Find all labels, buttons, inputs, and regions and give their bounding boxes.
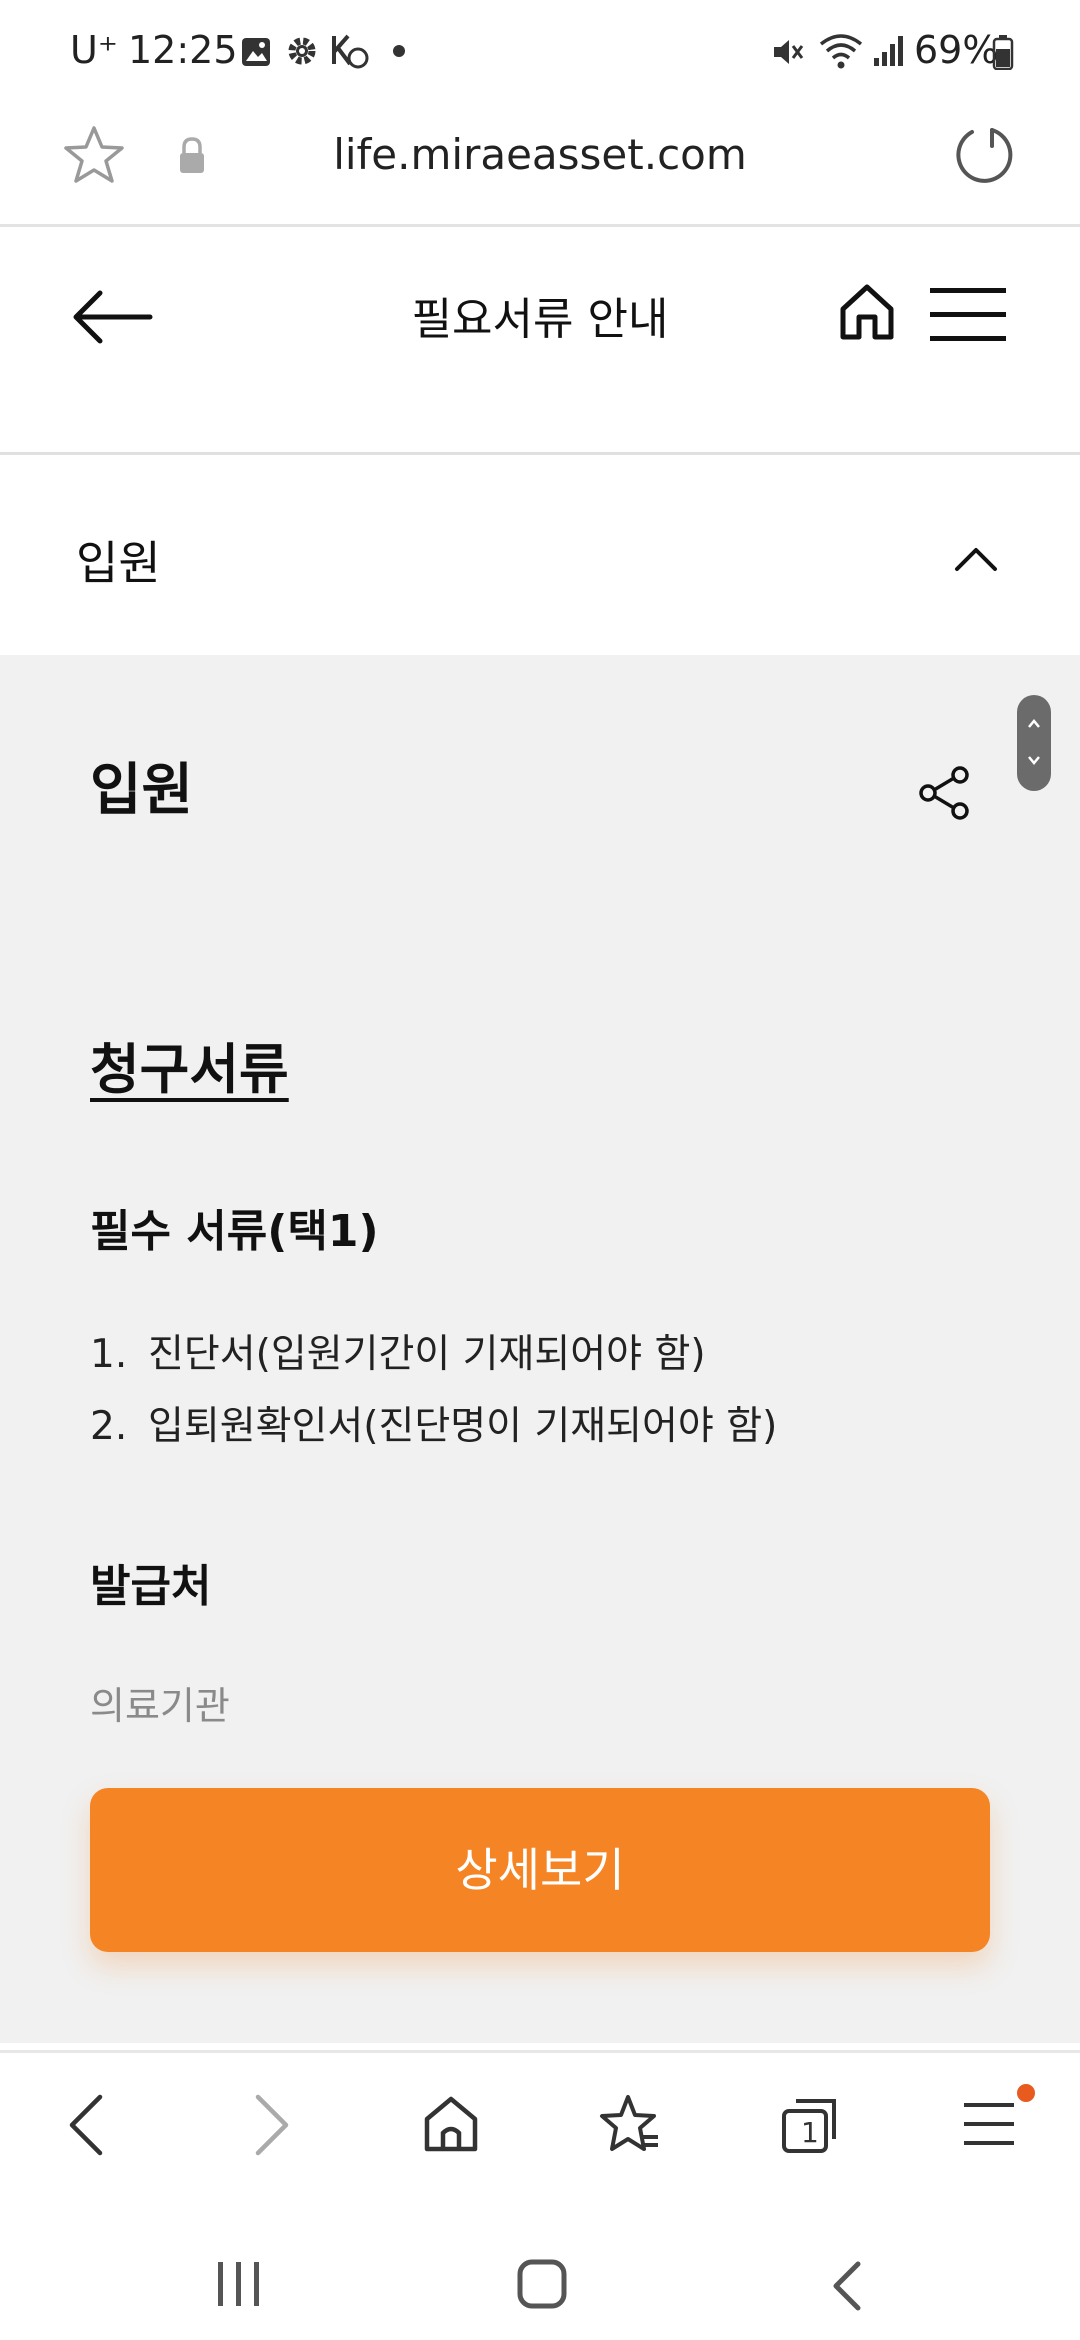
recent-apps-icon[interactable]	[214, 2260, 264, 2308]
settings-notification-icon	[288, 37, 316, 65]
system-back-icon[interactable]	[828, 2260, 864, 2312]
issuer-value: 의료기관	[90, 1684, 230, 1728]
document-content: 입원 청구서류 필수 서류(택1) 1. 진단서(입원기간이 기재되어야 함) 2…	[0, 655, 1080, 2043]
more-notifications-dot-icon	[393, 45, 405, 57]
list-item: 1. 진단서(입원기간이 기재되어야 함)	[90, 1332, 706, 1377]
tab-count: 1	[801, 2116, 819, 2149]
accordion-label: 입원	[76, 536, 161, 590]
content-heading: 입원	[90, 758, 194, 823]
wifi-icon	[819, 34, 863, 69]
browser-home-icon[interactable]	[422, 2095, 480, 2153]
system-home-icon[interactable]	[516, 2258, 568, 2310]
menu-notification-dot-icon	[1017, 2084, 1035, 2102]
mute-icon	[774, 40, 804, 64]
list-item: 2. 입퇴원확인서(진단명이 기재되어야 함)	[90, 1404, 778, 1449]
bookmarks-icon[interactable]	[598, 2093, 662, 2155]
menu-hamburger-icon[interactable]	[928, 285, 1008, 345]
status-time: 12:25	[128, 28, 238, 72]
browser-toolbar: 1	[0, 2050, 1080, 2203]
share-icon[interactable]	[918, 765, 972, 821]
required-docs-title: 필수 서류(택1)	[90, 1206, 379, 1257]
browser-forward-icon[interactable]	[252, 2093, 292, 2157]
status-bar: U⁺ 12:25 69%	[0, 0, 1080, 100]
gallery-notification-icon	[242, 38, 270, 66]
page-title: 필요서류 안내	[411, 294, 669, 345]
signal-icon	[874, 36, 903, 66]
scroll-handle[interactable]	[1017, 695, 1051, 791]
chevron-up-icon[interactable]	[954, 545, 998, 573]
section-title: 청구서류	[90, 1038, 289, 1101]
battery-icon	[992, 35, 1014, 70]
detail-button[interactable]: 상세보기	[90, 1788, 990, 1952]
page-header: 필요서류 안내	[0, 227, 1080, 455]
browser-back-icon[interactable]	[66, 2093, 106, 2157]
issuer-title: 발급처	[90, 1561, 212, 1612]
accordion-header[interactable]: 입원	[0, 455, 1080, 655]
battery-percent: 69%	[914, 28, 999, 72]
scroll-arrows-icon	[1028, 719, 1040, 765]
app-notification-icon	[332, 34, 369, 69]
home-icon[interactable]	[838, 283, 896, 341]
browser-menu-icon[interactable]	[962, 2099, 1016, 2149]
browser-url-bar: life.miraeasset.com	[0, 100, 1080, 227]
reload-icon[interactable]	[952, 122, 1016, 186]
url-text[interactable]: life.miraeasset.com	[0, 130, 1080, 179]
carrier-label: U⁺	[70, 28, 118, 72]
system-navigation-bar	[0, 2200, 1080, 2340]
